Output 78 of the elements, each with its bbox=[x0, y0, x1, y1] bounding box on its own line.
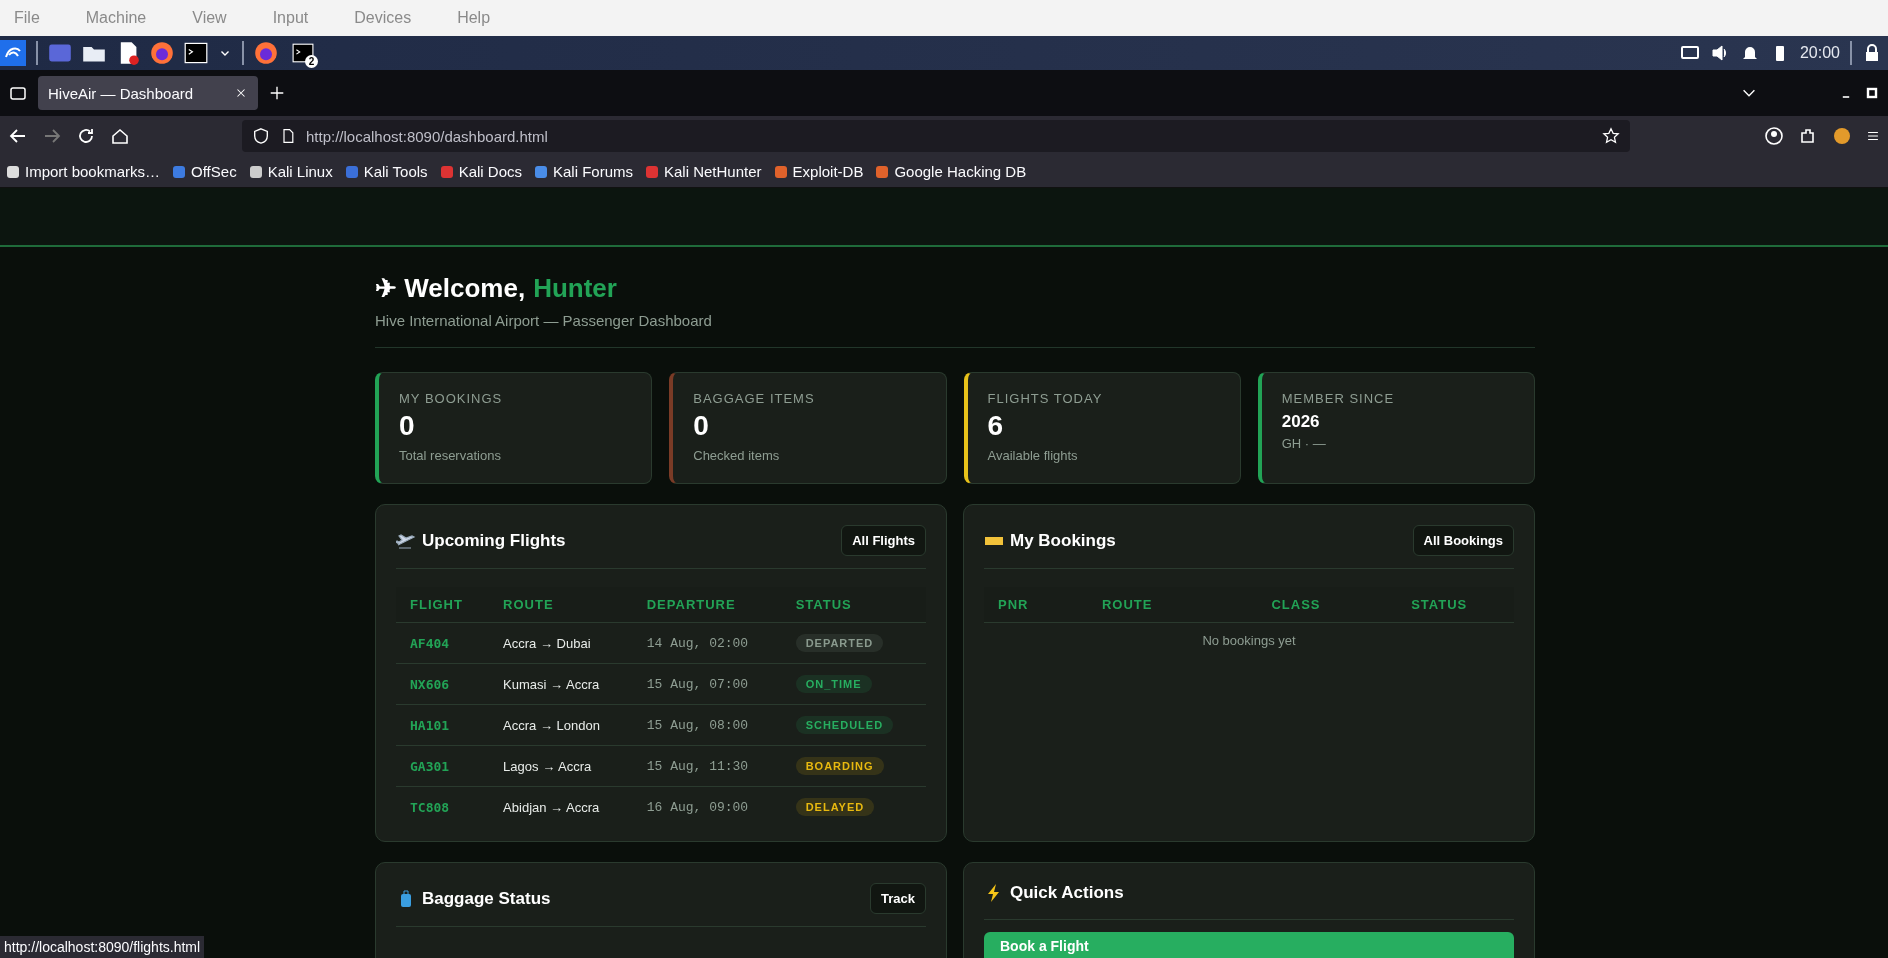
account-icon[interactable] bbox=[1764, 126, 1784, 146]
link-status-tooltip: http://localhost:8090/flights.html bbox=[0, 936, 205, 958]
departure-time: 15 Aug, 11:30 bbox=[646, 759, 749, 774]
status-badge: DELAYED bbox=[795, 798, 875, 816]
stat-value: 2026 bbox=[1281, 412, 1321, 432]
all-flights-button[interactable]: All Flights bbox=[841, 525, 926, 556]
bookmark-favicon-icon bbox=[439, 164, 454, 179]
flight-code: HA101 bbox=[410, 717, 450, 733]
stat-value: 0 bbox=[693, 410, 710, 442]
flight-code: GA301 bbox=[410, 758, 450, 774]
panel-title: Upcoming Flights bbox=[422, 530, 566, 551]
track-button[interactable]: Track bbox=[870, 883, 926, 914]
route-cell: Accra → London bbox=[489, 704, 633, 746]
address-bar[interactable]: http://localhost:8090/dashboard.html bbox=[242, 120, 1630, 152]
bookmark-link[interactable]: Kali NetHunter bbox=[645, 163, 762, 180]
stat-label: FLIGHTS TODAY bbox=[987, 391, 1104, 406]
route-cell: Accra → Dubai bbox=[489, 622, 633, 664]
departure-time: 14 Aug, 02:00 bbox=[646, 636, 749, 651]
bookmark-favicon-icon bbox=[534, 164, 548, 179]
stat-value: 6 bbox=[987, 410, 1005, 442]
stat-label: MEMBER SINCE bbox=[1281, 391, 1396, 406]
route-cell: Abidjan → Accra bbox=[489, 786, 633, 827]
terminal-icon[interactable] bbox=[184, 41, 208, 65]
page-subtitle: Hive International Airport — Passenger Dashboard bbox=[375, 312, 713, 329]
shield-icon bbox=[252, 127, 270, 145]
bookmark-link[interactable]: Kali Linux bbox=[248, 163, 333, 180]
panel-title: Baggage Status bbox=[422, 888, 551, 909]
bookmark-link[interactable]: Google Hacking DB bbox=[875, 163, 1027, 180]
stat-note: GH · — bbox=[1281, 436, 1327, 451]
reload-icon[interactable] bbox=[76, 126, 96, 146]
all-bookings-button[interactable]: All Bookings bbox=[1412, 525, 1514, 556]
panel-title: My Bookings bbox=[1010, 530, 1116, 551]
welcome-heading: ✈ Welcome, Hunter bbox=[375, 273, 618, 304]
stat-note: Checked items bbox=[693, 448, 781, 463]
flight-code: AF404 bbox=[410, 635, 450, 651]
bookmark-link[interactable]: Exploit-DB bbox=[773, 163, 864, 180]
dragon-logo-icon[interactable] bbox=[0, 40, 26, 66]
stat-note: Available flights bbox=[987, 448, 1079, 463]
bookmark-link[interactable]: Kali Tools bbox=[344, 163, 428, 180]
bookmark-favicon-icon bbox=[6, 164, 20, 179]
empty-message: No bookings yet bbox=[984, 622, 1514, 658]
status-badge: ON_TIME bbox=[795, 675, 872, 693]
bookmark-favicon-icon bbox=[344, 164, 359, 179]
departure-time: 16 Aug, 09:00 bbox=[646, 800, 749, 815]
browser-icon[interactable] bbox=[254, 41, 278, 65]
bookmark-link[interactable]: Import bookmarks… bbox=[6, 163, 161, 180]
panel-title: Quick Actions bbox=[1010, 883, 1124, 903]
status-badge: SCHEDULED bbox=[795, 716, 894, 734]
bookmark-link[interactable]: Kali Forums bbox=[534, 163, 633, 180]
stat-label: BAGGAGE ITEMS bbox=[693, 391, 816, 406]
star-icon[interactable] bbox=[1602, 127, 1620, 145]
status-badge: DEPARTED bbox=[795, 634, 884, 652]
page-icon bbox=[280, 128, 296, 144]
home-icon[interactable] bbox=[110, 126, 130, 146]
clock: 20:00 bbox=[1799, 44, 1840, 62]
bookmark-link[interactable]: OffSec bbox=[172, 163, 237, 180]
route-cell: Lagos → Accra bbox=[489, 745, 633, 787]
bookmark-favicon-icon bbox=[645, 164, 659, 179]
browser-tab[interactable]: HiveAir — Dashboard bbox=[38, 76, 258, 110]
window-count-badge: 2 bbox=[305, 55, 318, 68]
flight-code: NX606 bbox=[410, 676, 450, 692]
status-badge: BOARDING bbox=[795, 757, 884, 775]
extension-icon[interactable] bbox=[1832, 126, 1852, 146]
stat-label: MY BOOKINGS bbox=[399, 391, 504, 406]
departure-time: 15 Aug, 08:00 bbox=[646, 718, 749, 733]
bookmark-favicon-icon bbox=[172, 164, 187, 179]
bookmark-favicon-icon bbox=[875, 164, 890, 179]
maximize-icon[interactable] bbox=[1864, 85, 1880, 101]
browser-icon[interactable] bbox=[150, 41, 174, 65]
route-cell: Kumasi → Accra bbox=[489, 663, 633, 705]
bookmark-link[interactable]: Kali Docs bbox=[439, 163, 522, 180]
stat-note: Total reservations bbox=[399, 448, 502, 463]
stat-value: 0 bbox=[399, 410, 416, 442]
departure-time: 15 Aug, 07:00 bbox=[646, 677, 749, 692]
bookmark-favicon-icon bbox=[773, 164, 788, 179]
flight-code: TC808 bbox=[410, 799, 450, 815]
bookmark-favicon-icon bbox=[248, 164, 263, 179]
plus-icon[interactable] bbox=[268, 84, 286, 102]
